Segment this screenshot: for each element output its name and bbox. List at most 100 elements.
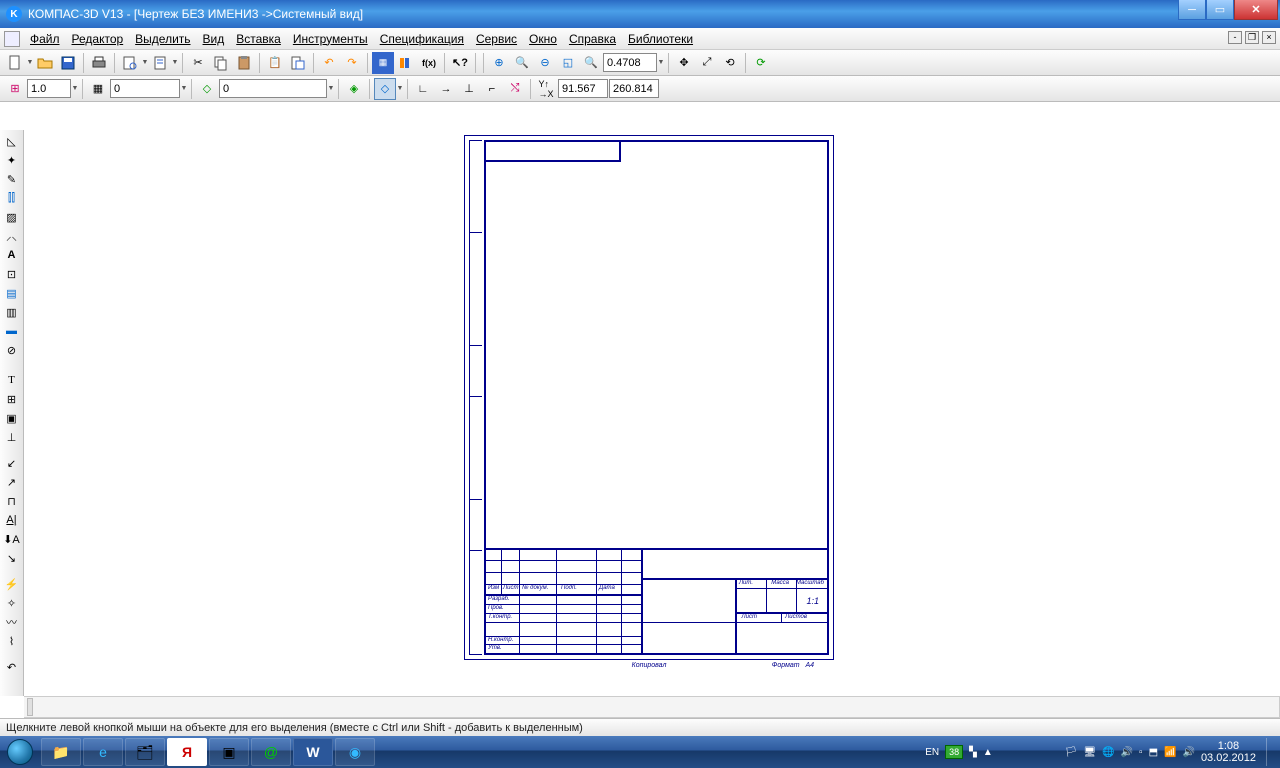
document-icon[interactable] bbox=[4, 31, 20, 47]
symbol-tool[interactable]: ⊘ bbox=[2, 341, 22, 359]
tray-icon-5[interactable]: ▫ bbox=[1139, 747, 1143, 758]
roughness-tool[interactable]: ▣ bbox=[2, 409, 22, 427]
cut-button[interactable]: ✂ bbox=[187, 52, 209, 74]
ortho-dropdown[interactable]: ▼ bbox=[397, 85, 403, 92]
start-button[interactable] bbox=[0, 736, 40, 768]
save-button[interactable] bbox=[57, 52, 79, 74]
wave-tool[interactable]: 〰 bbox=[2, 613, 22, 631]
new-button[interactable] bbox=[4, 52, 26, 74]
redo-button[interactable]: ↷ bbox=[341, 52, 363, 74]
variables-button[interactable]: f(x) bbox=[418, 52, 440, 74]
task-ie[interactable]: e bbox=[83, 738, 123, 766]
tray-icon-6[interactable]: ⬒ bbox=[1149, 747, 1158, 758]
libraries-button[interactable] bbox=[395, 52, 417, 74]
paste-button[interactable] bbox=[233, 52, 255, 74]
print-button[interactable] bbox=[88, 52, 110, 74]
table-tool[interactable]: ▤ bbox=[2, 284, 22, 302]
maximize-button[interactable]: ▭ bbox=[1206, 0, 1234, 20]
tray-flag-icon[interactable]: ▚ bbox=[969, 747, 977, 758]
menu-editor[interactable]: Редактор bbox=[66, 30, 130, 48]
menu-window[interactable]: Окно bbox=[523, 30, 563, 48]
layer-dropdown[interactable]: ▼ bbox=[328, 85, 334, 92]
menu-view[interactable]: Вид bbox=[197, 30, 231, 48]
help-cursor-button[interactable]: ↖? bbox=[449, 52, 471, 74]
point-tool[interactable]: ✦ bbox=[2, 151, 22, 169]
open-button[interactable] bbox=[34, 52, 56, 74]
line-width-dropdown[interactable]: ▼ bbox=[72, 85, 78, 92]
tray-icon-4[interactable]: 🔊 bbox=[1121, 747, 1133, 758]
trim-tool[interactable]: ⸝⸜ bbox=[2, 227, 22, 245]
view-tool[interactable]: ▬ bbox=[2, 322, 22, 340]
menu-help[interactable]: Справка bbox=[563, 30, 622, 48]
menu-file[interactable]: Файл bbox=[24, 30, 66, 48]
snap-tan-button[interactable]: ⌐ bbox=[481, 78, 503, 100]
tray-lang[interactable]: EN bbox=[925, 747, 939, 758]
preview-dropdown[interactable]: ▼ bbox=[142, 59, 148, 66]
weld-tool[interactable]: ↘ bbox=[2, 549, 22, 567]
menu-tools[interactable]: Инструменты bbox=[287, 30, 374, 48]
copy-button[interactable] bbox=[210, 52, 232, 74]
construct-tool[interactable]: ⊡ bbox=[2, 265, 22, 283]
menu-service[interactable]: Сервис bbox=[470, 30, 523, 48]
mdi-minimize-button[interactable]: - bbox=[1228, 31, 1242, 44]
canvas[interactable]: Изм Лист № докум. Подп. Дата Разраб. Про… bbox=[24, 130, 1280, 696]
zoom-prev-button[interactable]: ⊖ bbox=[534, 52, 556, 74]
tray-icon-3[interactable]: 🌐 bbox=[1102, 747, 1114, 758]
datum-tool[interactable]: ⬇A bbox=[2, 530, 22, 548]
zoom-fit-button[interactable]: ◱ bbox=[557, 52, 579, 74]
tray-arrow-icon[interactable]: ▲ bbox=[983, 747, 993, 758]
properties-dropdown[interactable]: ▼ bbox=[172, 59, 178, 66]
step-dropdown[interactable]: ▼ bbox=[181, 85, 187, 92]
snap-perp-button[interactable]: ⊥ bbox=[458, 78, 480, 100]
hatch-tool[interactable]: ▨ bbox=[2, 208, 22, 226]
tray-network-icon[interactable]: 📶 bbox=[1164, 747, 1176, 758]
redraw-button[interactable]: ⟳ bbox=[750, 52, 772, 74]
task-explorer[interactable]: 📁 bbox=[41, 738, 81, 766]
pan-button[interactable]: ✥ bbox=[673, 52, 695, 74]
axis-tool[interactable]: ✧ bbox=[2, 594, 22, 612]
coord-x-input[interactable] bbox=[558, 79, 608, 98]
task-kompas[interactable]: ◉ bbox=[335, 738, 375, 766]
bom-tool[interactable]: ▥ bbox=[2, 303, 22, 321]
manager-button[interactable]: ▦ bbox=[372, 52, 394, 74]
property-handle[interactable] bbox=[27, 698, 33, 716]
task-word[interactable]: W bbox=[293, 738, 333, 766]
show-desktop-button[interactable] bbox=[1266, 738, 1274, 766]
zoom-window-button[interactable]: 🔍 bbox=[511, 52, 533, 74]
preview-button[interactable] bbox=[119, 52, 141, 74]
zoom-input[interactable] bbox=[603, 53, 657, 72]
geometry-tool[interactable]: ◺ bbox=[2, 132, 22, 150]
zoom-in-button[interactable]: ⊕ bbox=[488, 52, 510, 74]
menu-select[interactable]: Выделить bbox=[129, 30, 196, 48]
snap-end-button[interactable]: ∟ bbox=[412, 78, 434, 100]
snap-mid-button[interactable]: → bbox=[435, 78, 457, 100]
format-painter-button[interactable] bbox=[287, 52, 309, 74]
tray-icon-2[interactable]: 🖥 bbox=[1083, 747, 1096, 758]
line-width-input[interactable] bbox=[27, 79, 71, 98]
step-input[interactable] bbox=[110, 79, 180, 98]
reset-tool[interactable]: ↶ bbox=[2, 658, 22, 676]
edit-tool[interactable]: ✎ bbox=[2, 170, 22, 188]
tray-icon-1[interactable]: 🏳 bbox=[1065, 747, 1078, 758]
mdi-restore-button[interactable]: ❐ bbox=[1245, 31, 1259, 44]
undo-button[interactable]: ↶ bbox=[318, 52, 340, 74]
minimize-button[interactable]: ─ bbox=[1178, 0, 1206, 20]
menu-insert[interactable]: Вставка bbox=[230, 30, 287, 48]
table2-tool[interactable]: ⊞ bbox=[2, 390, 22, 408]
centerline-tool[interactable]: ⚡ bbox=[2, 575, 22, 593]
task-yandex[interactable]: Я bbox=[167, 738, 207, 766]
base-tool[interactable]: ⊥ bbox=[2, 428, 22, 446]
close-button[interactable]: ✕ bbox=[1234, 0, 1278, 20]
menu-libs[interactable]: Библиотеки bbox=[622, 30, 699, 48]
task-app1[interactable]: ▣ bbox=[209, 738, 249, 766]
tray-kb-icon[interactable]: 38 bbox=[945, 745, 963, 759]
task-mail[interactable]: @ bbox=[251, 738, 291, 766]
dimension-tool[interactable]: ⫿⫿ bbox=[2, 189, 22, 207]
snap-toggle-button[interactable]: ⤭ bbox=[504, 78, 526, 100]
ortho-button[interactable]: ◇ bbox=[374, 78, 396, 100]
section-tool[interactable]: ⊓ bbox=[2, 492, 22, 510]
layer-input[interactable] bbox=[219, 79, 327, 98]
new-dropdown[interactable]: ▼ bbox=[27, 59, 33, 66]
text-label-tool[interactable]: T bbox=[2, 371, 22, 389]
tray-volume-icon[interactable]: 🔊 bbox=[1182, 747, 1194, 758]
